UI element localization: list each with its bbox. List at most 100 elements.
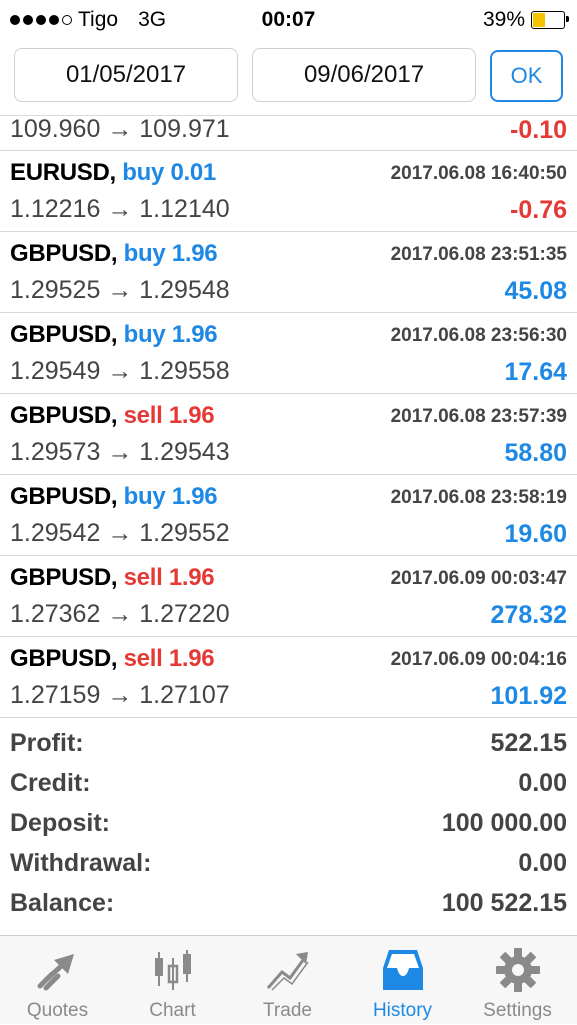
date-filter-bar: 01/05/2017 09/06/2017 OK	[0, 40, 577, 116]
tab-chart-label: Chart	[149, 1000, 196, 1021]
trade-title: GBPUSD, sell 1.96	[10, 564, 215, 592]
close-price: 1.29558	[139, 357, 230, 385]
trade-time: 2017.06.08 23:58:19	[390, 487, 567, 508]
trade-prices: 1.29573 → 1.29543	[10, 438, 230, 467]
trade-profit: -0.76	[510, 196, 567, 224]
trade-row[interactable]: GBPUSD, sell 1.96 2017.06.08 23:57:39 1.29…	[0, 394, 577, 475]
trade-volume: 0.01	[170, 159, 216, 186]
trade-side: buy	[123, 483, 166, 510]
trade-row[interactable]: 109.960 → 109.971 -0.10	[0, 115, 577, 151]
tab-history[interactable]: History	[345, 936, 460, 1025]
battery-icon	[531, 11, 569, 29]
trade-time: 2017.06.09 00:03:47	[390, 568, 567, 589]
open-price: 1.27362	[10, 600, 101, 628]
close-price: 1.12140	[139, 195, 230, 223]
summary-credit-row: Credit: 0.00	[0, 767, 577, 807]
close-price: 1.27107	[139, 681, 230, 709]
gear-icon	[496, 948, 540, 992]
trade-symbol: GBPUSD,	[10, 564, 118, 591]
trade-volume: 1.96	[168, 564, 215, 591]
trade-volume: 1.96	[171, 240, 218, 267]
profit-label: Profit:	[10, 729, 84, 757]
arrow-right-icon: →	[107, 115, 133, 143]
open-price: 1.29542	[10, 519, 101, 547]
trade-volume: 1.96	[171, 483, 218, 510]
signal-strength-icon	[10, 15, 72, 25]
trade-title: GBPUSD, buy 1.96	[10, 483, 218, 511]
tab-settings-label: Settings	[483, 1000, 552, 1021]
battery-percent: 39%	[482, 8, 525, 31]
network-type: 3G	[138, 8, 167, 31]
history-icon	[383, 950, 423, 990]
trade-row[interactable]: GBPUSD, buy 1.96 2017.06.08 23:51:35 1.295…	[0, 232, 577, 313]
trade-symbol: GBPUSD,	[10, 645, 118, 672]
trade-symbol: GBPUSD,	[10, 483, 118, 510]
trade-symbol: GBPUSD,	[10, 240, 118, 267]
open-price: 109.960	[10, 115, 101, 143]
trade-side: sell	[123, 645, 163, 672]
trade-row[interactable]: EURUSD, buy 0.01 2017.06.08 16:40:50 1.122…	[0, 151, 577, 232]
arrow-right-icon: →	[107, 438, 133, 466]
trade-volume: 1.96	[168, 645, 215, 672]
arrow-right-icon: →	[107, 357, 133, 385]
trade-profit: 101.92	[490, 682, 567, 710]
trade-time: 2017.06.08 23:56:30	[390, 325, 567, 346]
trade-profit: 17.64	[504, 358, 567, 386]
open-price: 1.29573	[10, 438, 101, 466]
close-price: 1.27220	[139, 600, 230, 628]
tab-settings[interactable]: Settings	[460, 936, 575, 1025]
trade-side: buy	[123, 240, 166, 267]
summary-deposit-row: Deposit: 100 000.00	[0, 807, 577, 847]
signal-dot	[23, 15, 33, 25]
trade-side: sell	[123, 402, 163, 429]
trade-side: buy	[122, 159, 165, 186]
summary-profit-row: Profit: 522.15	[0, 727, 577, 767]
deposit-label: Deposit:	[10, 809, 110, 837]
credit-label: Credit:	[10, 769, 91, 797]
open-price: 1.12216	[10, 195, 101, 223]
account-summary: Profit: 522.15 Credit: 0.00 Deposit: 100…	[0, 727, 577, 927]
balance-label: Balance:	[10, 889, 115, 917]
ok-button[interactable]: OK	[490, 50, 563, 102]
summary-balance-row: Balance: 100 522.15	[0, 887, 577, 927]
deposit-value: 100 000.00	[441, 809, 567, 837]
trade-symbol: GBPUSD,	[10, 321, 118, 348]
trade-prices: 1.29542 → 1.29552	[10, 519, 230, 548]
trade-history-list[interactable]: 109.960 → 109.971 -0.10 EURUSD, buy 0.01 20…	[0, 115, 577, 718]
trade-row[interactable]: GBPUSD, buy 1.96 2017.06.08 23:58:19 1.295…	[0, 475, 577, 556]
trade-prices: 1.29525 → 1.29548	[10, 276, 230, 305]
signal-dot	[10, 15, 20, 25]
trade-row[interactable]: GBPUSD, sell 1.96 2017.06.09 00:03:47 1.27…	[0, 556, 577, 637]
close-price: 1.29548	[139, 276, 230, 304]
close-price: 1.29543	[139, 438, 230, 466]
tab-quotes[interactable]: Quotes	[0, 936, 115, 1025]
open-price: 1.29525	[10, 276, 101, 304]
credit-value: 0.00	[518, 769, 567, 797]
tab-quotes-label: Quotes	[26, 1000, 89, 1021]
arrow-right-icon: →	[107, 519, 133, 547]
status-bar: Tigo 3G 00:07 39%	[0, 0, 577, 40]
from-date-field[interactable]: 01/05/2017	[14, 48, 238, 102]
withdrawal-label: Withdrawal:	[10, 849, 152, 877]
trade-title: GBPUSD, sell 1.96	[10, 645, 215, 673]
chart-icon	[155, 950, 191, 990]
trade-row[interactable]: GBPUSD, sell 1.96 2017.06.09 00:04:16 1.27…	[0, 637, 577, 718]
trade-profit: 58.80	[504, 439, 567, 467]
trade-title: EURUSD, buy 0.01	[10, 159, 216, 187]
balance-value: 100 522.15	[441, 889, 567, 917]
trade-profit: 278.32	[490, 601, 567, 629]
tab-chart[interactable]: Chart	[115, 936, 230, 1025]
trade-time: 2017.06.09 00:04:16	[390, 649, 567, 670]
status-right: 39%	[482, 8, 569, 32]
open-price: 1.27159	[10, 681, 101, 709]
trade-icon	[266, 952, 309, 991]
signal-dot	[36, 15, 46, 25]
trade-symbol: GBPUSD,	[10, 402, 118, 429]
tab-trade[interactable]: Trade	[230, 936, 345, 1025]
trade-volume: 1.96	[171, 321, 218, 348]
trade-side: sell	[123, 564, 163, 591]
trade-prices: 1.27159 → 1.27107	[10, 681, 230, 710]
to-date-field[interactable]: 09/06/2017	[252, 48, 476, 102]
trade-row[interactable]: GBPUSD, buy 1.96 2017.06.08 23:56:30 1.295…	[0, 313, 577, 394]
trade-prices: 109.960 → 109.971	[10, 115, 230, 144]
